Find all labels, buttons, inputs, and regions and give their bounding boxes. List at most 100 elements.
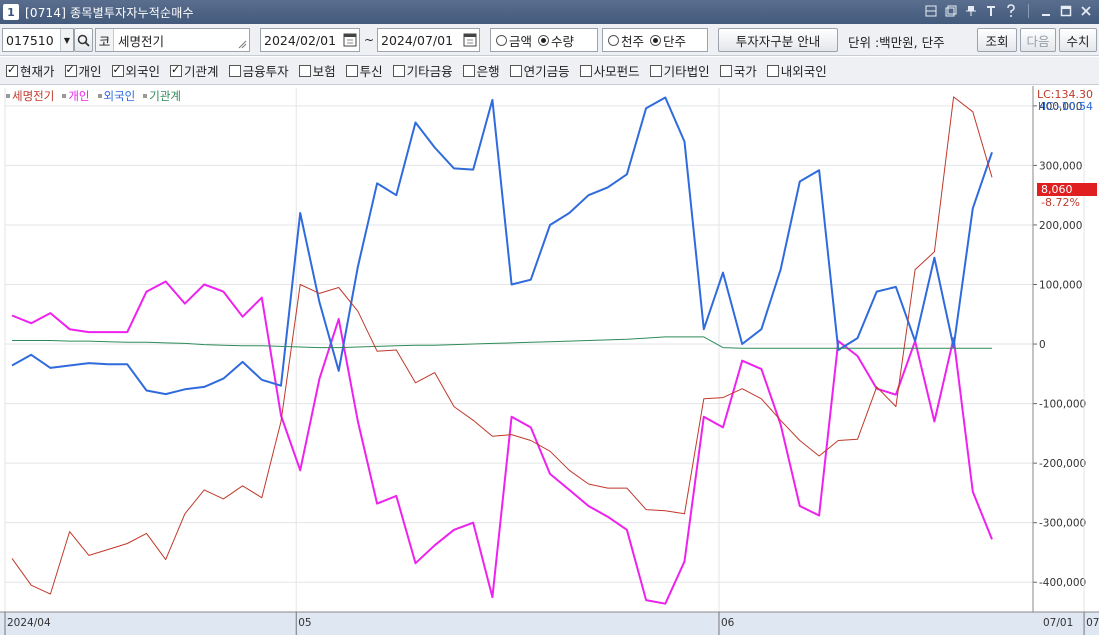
close-icon[interactable] — [1079, 3, 1093, 19]
date-from-value: 2024/02/01 — [264, 32, 337, 48]
legend-item-stock: 세명전기 — [6, 88, 54, 104]
radio-circle-selected — [538, 34, 550, 46]
filter-financial-investment[interactable]: 금융투자 — [228, 61, 289, 80]
investor-cumulative-chart[interactable]: 400,000300,000200,000100,0000-100,000-20… — [0, 86, 1099, 635]
filter-individual[interactable]: 개인 — [64, 61, 102, 80]
date-to-value: 2024/07/01 — [381, 32, 454, 48]
receive-button[interactable]: 수치 — [1059, 28, 1097, 52]
radio-circle — [496, 34, 507, 46]
x-tick-label: 05 — [298, 617, 311, 629]
filter-pension[interactable]: 연기금등 — [509, 61, 570, 80]
stock-code-combobox[interactable]: 017510 ▼ — [2, 28, 74, 52]
y-tick-label: -300,000 — [1039, 518, 1086, 530]
next-button[interactable]: 다음 — [1020, 28, 1056, 52]
calendar-icon[interactable] — [343, 32, 357, 50]
pin-icon[interactable] — [964, 3, 978, 19]
filter-label: 국가 — [733, 64, 757, 79]
filter-insurance[interactable]: 보험 — [298, 61, 336, 80]
current-price-badge: 8,060 — [1037, 183, 1097, 196]
hc-readout: HC:-10.54 — [1037, 100, 1093, 113]
y-tick-label: -100,000 — [1039, 399, 1086, 411]
y-tick-label: 0 — [1039, 339, 1046, 351]
legend-marker — [97, 94, 102, 98]
checkbox — [6, 63, 18, 77]
layout-icon[interactable] — [924, 3, 938, 19]
radio-quantity[interactable]: 수량 — [538, 31, 574, 50]
minimize-icon[interactable] — [1039, 3, 1053, 19]
date-from-field[interactable]: 2024/02/01 — [260, 28, 360, 52]
filter-label: 금융투자 — [242, 64, 289, 79]
chevron-down-icon[interactable]: ▼ — [60, 29, 73, 51]
filter-bank[interactable]: 은행 — [462, 61, 500, 80]
filter-other-finance[interactable]: 기타금융 — [392, 61, 453, 80]
investor-info-button[interactable]: 투자자구분 안내 — [718, 28, 838, 52]
filter-foreign[interactable]: 외국인 — [111, 61, 161, 80]
radio-quantity-label: 수량 — [551, 33, 575, 49]
filter-label: 내외국인 — [780, 64, 827, 79]
checkbox — [649, 64, 662, 77]
x-tick-label: 07 — [1086, 617, 1099, 629]
filter-label: 보험 — [312, 64, 336, 79]
legend-label: 개인 — [68, 89, 90, 103]
legend-marker — [143, 94, 148, 98]
help-icon[interactable] — [1004, 3, 1018, 19]
chart-legend: 세명전기 개인 외국인 기관계 — [6, 88, 181, 104]
date-range-separator: ~ — [364, 33, 375, 47]
checkbox — [298, 64, 311, 77]
legend-marker — [62, 94, 67, 98]
calendar-icon[interactable] — [463, 32, 477, 50]
filter-domestic-foreign[interactable]: 내외국인 — [766, 61, 827, 80]
legend-label: 세명전기 — [12, 89, 55, 103]
radio-thousand-label: 천주 — [621, 33, 645, 49]
checkbox — [111, 63, 124, 77]
radio-circle-selected — [650, 34, 662, 46]
radio-single-shares[interactable]: 단주 — [650, 31, 686, 50]
stock-code-value: 017510 — [6, 33, 54, 48]
unit-toggle: 천주 단주 — [602, 28, 708, 52]
title-bar-separator — [1028, 4, 1029, 18]
search-icon — [77, 34, 90, 47]
checkbox — [64, 63, 77, 77]
x-last-date-label: 07/01 — [1043, 617, 1073, 629]
filter-other-corp[interactable]: 기타법인 — [649, 61, 710, 80]
x-axis-band — [0, 612, 1099, 635]
date-to-field[interactable]: 2024/07/01 — [377, 28, 480, 52]
radio-thousand-shares[interactable]: 천주 — [608, 31, 644, 50]
resize-grip-icon — [238, 40, 247, 49]
window-title-bar: 1 [0714] 종목별투자자누적순매수 — [0, 0, 1099, 24]
checkbox — [170, 63, 183, 77]
radio-single-label: 단주 — [663, 33, 687, 49]
filter-label: 개인 — [78, 64, 102, 79]
toolbar: 017510 ▼ 코 세명전기 2024/02/01 ~ 2024/07/01 … — [0, 24, 1099, 56]
title-bar-icons — [924, 3, 1093, 19]
maximize-icon[interactable] — [1059, 3, 1073, 19]
checkbox — [579, 64, 592, 77]
filter-label: 은행 — [476, 64, 500, 79]
filter-trust[interactable]: 투신 — [345, 61, 383, 80]
change-rate-readout: -8.72% — [1041, 196, 1080, 209]
filter-label: 사모펀드 — [593, 64, 640, 79]
filter-current-price[interactable]: 현재가 — [6, 61, 55, 80]
radio-amount-label: 금액 — [509, 33, 533, 49]
x-tick-label: 06 — [721, 617, 735, 629]
query-button[interactable]: 조회 — [977, 28, 1017, 52]
y-tick-label: -400,000 — [1039, 577, 1086, 589]
stock-name-field[interactable]: 코 세명전기 — [95, 28, 250, 52]
search-button[interactable] — [74, 28, 93, 52]
filter-label: 기관계 — [184, 64, 219, 79]
filter-nation[interactable]: 국가 — [719, 61, 757, 80]
y-tick-label: 200,000 — [1039, 220, 1082, 232]
radio-circle — [608, 34, 619, 46]
radio-amount[interactable]: 금액 — [496, 31, 532, 50]
copy-icon[interactable] — [944, 3, 958, 19]
filter-label: 외국인 — [125, 64, 161, 79]
filter-private-fund[interactable]: 사모펀드 — [579, 61, 640, 80]
checkbox — [719, 64, 732, 77]
investor-filter-row: 현재가 개인 외국인 기관계 금융투자 보험 투신 기타금융 은행 연기금등 사… — [0, 57, 1099, 85]
text-icon[interactable] — [984, 3, 998, 19]
legend-item-foreign: 외국인 — [97, 88, 135, 104]
legend-label: 기관계 — [149, 89, 181, 103]
filter-label: 현재가 — [20, 64, 55, 79]
filter-institution[interactable]: 기관계 — [170, 61, 219, 80]
checkbox — [462, 64, 475, 77]
